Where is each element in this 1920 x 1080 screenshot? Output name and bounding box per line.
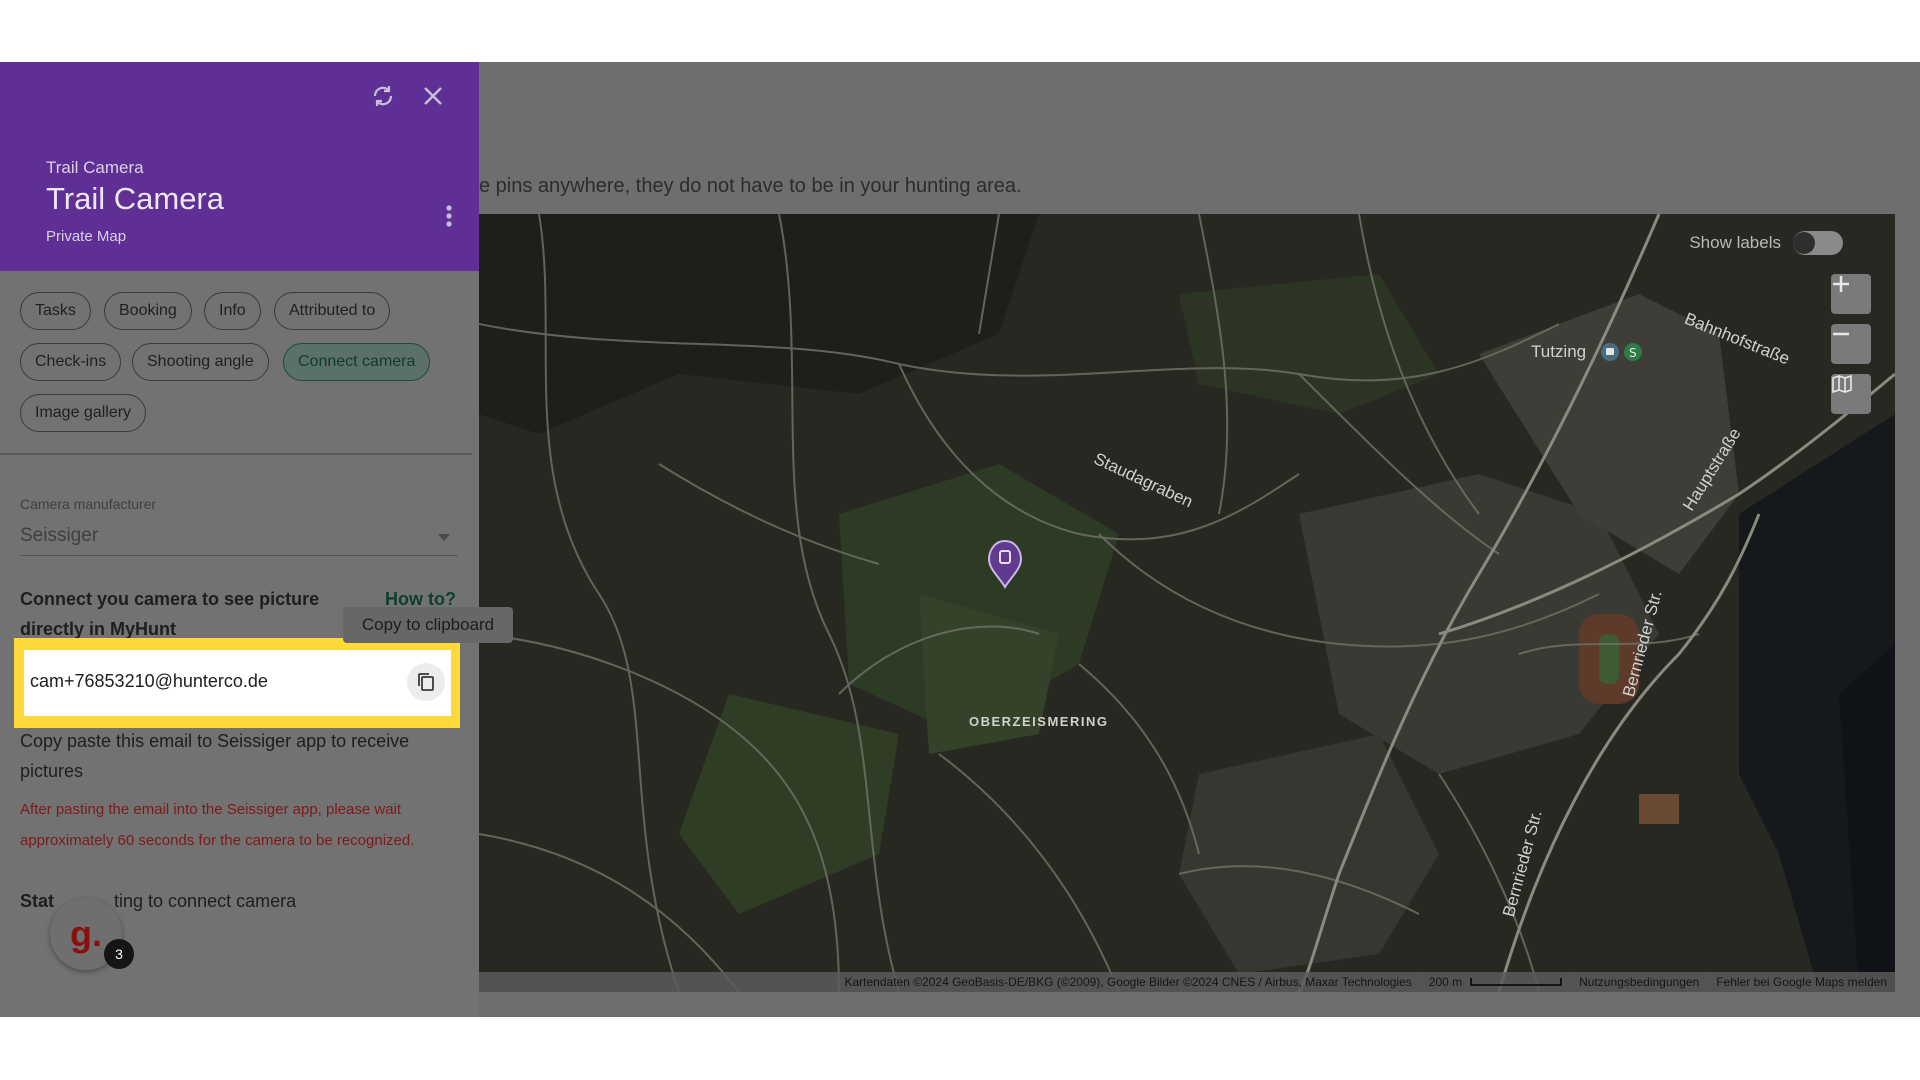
copy-tooltip: Copy to clipboard [343, 607, 513, 643]
map-imagery [479, 214, 1895, 992]
camera-email: cam+76853210@hunterco.de [30, 671, 268, 691]
notification-badge: 3 [104, 939, 134, 969]
status-suffix: ting to connect camera [114, 891, 297, 911]
section-divider [0, 453, 472, 455]
more-options-button[interactable] [431, 198, 467, 234]
map-scale[interactable]: 200 m [1419, 972, 1570, 992]
zoom-out-button[interactable] [1831, 324, 1871, 364]
tab-shooting-angle[interactable]: Shooting angle [132, 343, 269, 381]
panel-title: Trail Camera [46, 181, 224, 216]
refresh-button[interactable] [365, 78, 401, 114]
satellite-map[interactable]: Tutzing S Bahnhofstraße Staudagraben OBE… [479, 214, 1895, 992]
app-window: e pins anywhere, they do not have to be … [0, 62, 1920, 1017]
manufacturer-label: Camera manufacturer [20, 496, 157, 512]
panel-header: Trail Camera Trail Camera Private Map [0, 62, 479, 271]
chevron-down-icon [438, 534, 450, 541]
more-vertical-icon [446, 205, 452, 227]
copy-help-text: Copy paste this email to Seissiger app t… [20, 731, 410, 781]
tab-attributed-to[interactable]: Attributed to [274, 292, 391, 330]
camera-email-field[interactable]: cam+76853210@hunterco.de [24, 650, 451, 716]
map-fold-icon [1832, 374, 1852, 394]
show-labels-control: Show labels [1689, 231, 1843, 255]
show-labels-toggle[interactable] [1793, 231, 1843, 255]
tab-check-ins[interactable]: Check-ins [20, 343, 122, 381]
panel-subtitle: Trail Camera [46, 158, 144, 177]
close-icon [424, 87, 442, 105]
tab-image-gallery[interactable]: Image gallery [20, 394, 147, 432]
connect-instructions: Connect you camera to see picture direct… [20, 589, 320, 639]
show-labels-text: Show labels [1689, 233, 1781, 252]
status-prefix: Stat [20, 891, 55, 911]
tab-info[interactable]: Info [204, 292, 261, 330]
map-attribution: Kartendaten ©2024 GeoBasis-DE/BKG (©2009… [844, 975, 1412, 989]
report-error-link[interactable]: Fehler bei Google Maps melden [1707, 972, 1895, 992]
copy-email-button[interactable] [407, 663, 445, 701]
wait-warning: After pasting the email into the Seissig… [20, 801, 415, 849]
refresh-icon [373, 86, 393, 106]
map-type-button[interactable] [1831, 374, 1871, 414]
tab-connect-camera[interactable]: Connect camera [283, 343, 431, 381]
map-attribution-bar: Kartendaten ©2024 GeoBasis-DE/BKG (©2009… [479, 972, 1895, 992]
svg-text:S: S [1629, 346, 1637, 360]
scale-bar [1470, 978, 1563, 986]
minus-icon [1833, 332, 1849, 336]
terms-link[interactable]: Nutzungsbedingungen [1570, 972, 1707, 992]
manufacturer-value: Seissiger [20, 525, 99, 546]
map-instruction-text: e pins anywhere, they do not have to be … [479, 175, 1022, 197]
zoom-in-button[interactable] [1831, 274, 1871, 314]
map-label-tutzing: Tutzing [1531, 342, 1587, 361]
close-button[interactable] [415, 78, 451, 114]
detail-panel: Trail Camera Trail Camera Private Map Ta… [0, 62, 479, 1017]
tab-tasks[interactable]: Tasks [20, 292, 91, 330]
map-name: Private Map [46, 228, 127, 245]
copy-icon [418, 673, 434, 691]
map-scale-text: 200 m [1428, 975, 1463, 989]
transit-station-icon: S [1601, 343, 1642, 361]
plus-icon [1833, 276, 1849, 292]
tab-booking[interactable]: Booking [104, 292, 192, 330]
map-label-oberzeismering: OBERZEISMERING [969, 714, 1109, 729]
manufacturer-select[interactable]: Seissiger [20, 519, 458, 556]
toggle-knob [1793, 232, 1815, 254]
